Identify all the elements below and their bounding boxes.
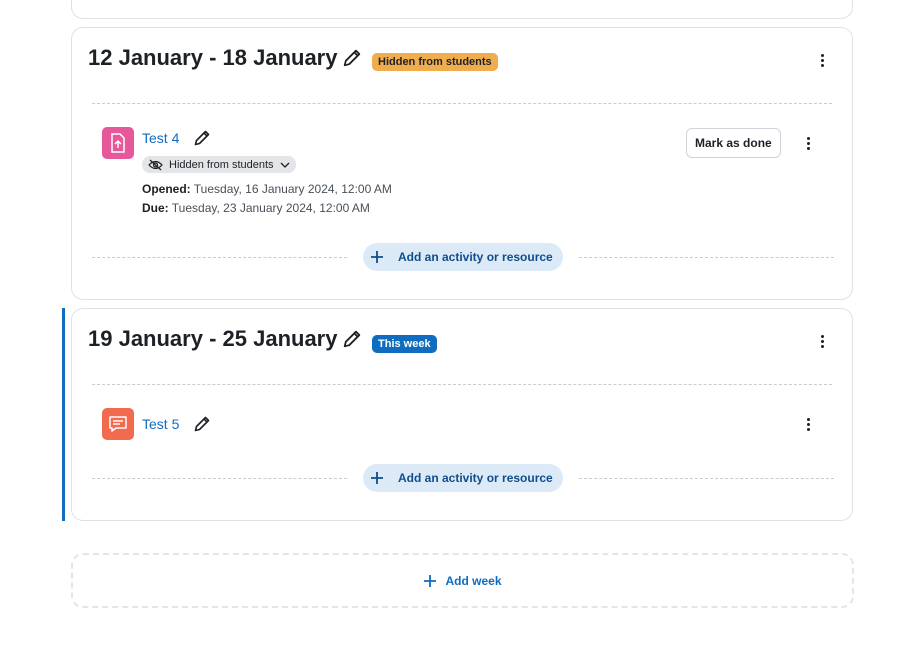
add-activity-row: Add an activity or resource (92, 243, 834, 273)
activity-link-test-5[interactable]: Test 5 (142, 416, 179, 432)
assignment-icon (102, 127, 134, 159)
section-title-text: 19 January - 25 January (88, 326, 338, 351)
activity-actions-menu[interactable] (798, 414, 818, 434)
kebab-icon (820, 53, 824, 68)
section-actions-menu[interactable] (812, 331, 832, 351)
add-activity-button[interactable]: Add an activity or resource (363, 464, 563, 492)
due-date: Due: Tuesday, 23 January 2024, 12:00 AM (142, 201, 370, 215)
section-divider (92, 103, 832, 104)
current-week-indicator (62, 308, 65, 521)
activity-actions-menu[interactable] (798, 133, 818, 153)
hidden-from-students-badge: Hidden from students (372, 53, 498, 71)
plus-icon (371, 251, 383, 263)
section-title: 12 January - 18 January (88, 45, 361, 71)
visibility-label: Hidden from students (169, 158, 274, 171)
kebab-icon (820, 334, 824, 349)
add-activity-button[interactable]: Add an activity or resource (363, 243, 563, 271)
add-week-button[interactable]: Add week (71, 553, 854, 608)
section-week-19-25-january: 19 January - 25 January This week Test 5… (71, 308, 853, 521)
forum-icon (102, 408, 134, 440)
section-week-12-18-january: 12 January - 18 January Hidden from stud… (71, 27, 853, 300)
section-title: 19 January - 25 January (88, 326, 361, 352)
section-divider (92, 384, 832, 385)
plus-icon (371, 472, 383, 484)
mark-as-done-button[interactable]: Mark as done (686, 128, 781, 158)
previous-section-card (71, 0, 853, 19)
this-week-badge: This week (372, 335, 437, 353)
activity-link-test-4[interactable]: Test 4 (142, 130, 179, 146)
kebab-icon (806, 417, 810, 432)
section-actions-menu[interactable] (812, 50, 832, 70)
add-activity-row: Add an activity or resource (92, 464, 834, 494)
kebab-icon (806, 136, 810, 151)
opened-date: Opened: Tuesday, 16 January 2024, 12:00 … (142, 182, 392, 196)
activity-dates: Opened: Tuesday, 16 January 2024, 12:00 … (142, 180, 392, 218)
visibility-dropdown[interactable]: Hidden from students (142, 156, 296, 173)
add-week-label: Add week (445, 573, 502, 588)
section-title-text: 12 January - 18 January (88, 45, 338, 70)
plus-icon (424, 574, 437, 587)
eye-slash-icon (148, 159, 163, 170)
edit-pencil-icon[interactable] (343, 330, 361, 348)
chevron-down-icon (280, 162, 290, 168)
edit-pencil-icon[interactable] (194, 416, 210, 432)
edit-pencil-icon[interactable] (194, 130, 210, 146)
edit-pencil-icon[interactable] (343, 49, 361, 67)
